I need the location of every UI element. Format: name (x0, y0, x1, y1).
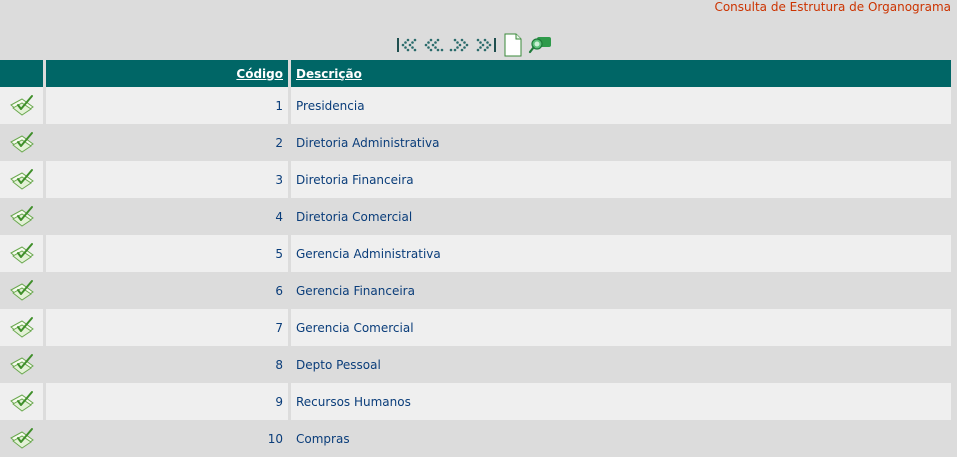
last-page-button[interactable] (473, 33, 499, 57)
edit-icon (9, 242, 34, 264)
first-page-button[interactable] (395, 33, 421, 57)
edit-record-button[interactable] (8, 204, 36, 230)
edit-cell (0, 383, 43, 420)
cell-description: Diretoria Administrativa (291, 124, 951, 161)
cell-description: Diretoria Financeira (291, 161, 951, 198)
edit-cell (0, 198, 43, 235)
edit-icon (9, 94, 34, 116)
cell-description: Recursos Humanos (291, 383, 951, 420)
next-page-button[interactable] (447, 33, 473, 57)
sort-by-description-link[interactable]: Descrição (296, 67, 362, 81)
cell-description: Depto Pessoal (291, 346, 951, 383)
edit-icon (9, 279, 34, 301)
cell-description: Gerencia Financeira (291, 272, 951, 309)
table-row: 5 Gerencia Administrativa (0, 235, 951, 272)
edit-icon (9, 205, 34, 227)
table-row: 8 Depto Pessoal (0, 346, 951, 383)
cell-description: Compras (291, 420, 951, 457)
cell-code: 7 (46, 309, 288, 346)
edit-cell (0, 272, 43, 309)
cell-code: 10 (46, 420, 288, 457)
cell-code: 3 (46, 161, 288, 198)
cell-code: 1 (46, 87, 288, 124)
new-document-icon (504, 33, 522, 57)
new-record-button[interactable] (501, 32, 525, 58)
cell-description: Diretoria Comercial (291, 198, 951, 235)
next-page-icon (449, 38, 469, 52)
edit-icon (9, 390, 34, 412)
table-row: 1 Presidencia (0, 87, 951, 124)
table-row: 2 Diretoria Administrativa (0, 124, 951, 161)
edit-record-button[interactable] (8, 167, 36, 193)
edit-icon (9, 427, 34, 449)
table-row: 7 Gerencia Comercial (0, 309, 951, 346)
edit-record-button[interactable] (8, 93, 36, 119)
cell-code: 6 (46, 272, 288, 309)
edit-icon (9, 353, 34, 375)
search-icon (528, 37, 551, 54)
table-row: 4 Diretoria Comercial (0, 198, 951, 235)
edit-record-button[interactable] (8, 389, 36, 415)
edit-cell (0, 87, 43, 124)
previous-page-button[interactable] (421, 33, 447, 57)
sort-by-code-link[interactable]: Código (236, 67, 283, 81)
header-description: Descrição (291, 60, 951, 87)
edit-cell (0, 124, 43, 161)
cell-description: Gerencia Administrativa (291, 235, 951, 272)
table-row: 10 Compras (0, 420, 951, 457)
header-edit-column (0, 60, 43, 87)
header-code: Código (46, 60, 288, 87)
edit-cell (0, 161, 43, 198)
cell-code: 9 (46, 383, 288, 420)
edit-cell (0, 420, 43, 457)
edit-record-button[interactable] (8, 241, 36, 267)
edit-cell (0, 346, 43, 383)
edit-icon (9, 168, 34, 190)
edit-record-button[interactable] (8, 315, 36, 341)
edit-cell (0, 309, 43, 346)
edit-icon (9, 316, 34, 338)
first-page-icon (397, 38, 417, 52)
cell-code: 4 (46, 198, 288, 235)
previous-page-icon (424, 38, 444, 52)
page-title: Consulta de Estrutura de Organograma (714, 0, 951, 14)
last-page-icon (476, 38, 496, 52)
table-row: 6 Gerencia Financeira (0, 272, 951, 309)
cell-code: 8 (46, 346, 288, 383)
search-button[interactable] (527, 32, 553, 58)
edit-cell (0, 235, 43, 272)
table-row: 9 Recursos Humanos (0, 383, 951, 420)
cell-code: 5 (46, 235, 288, 272)
table-header-row: Código Descrição (0, 60, 951, 87)
cell-code: 2 (46, 124, 288, 161)
edit-record-button[interactable] (8, 130, 36, 156)
edit-record-button[interactable] (8, 426, 36, 452)
edit-icon (9, 131, 34, 153)
results-table: Código Descrição 1 Presidencia 2 Diretoria … (0, 60, 954, 457)
cell-description: Gerencia Comercial (291, 309, 951, 346)
cell-description: Presidencia (291, 87, 951, 124)
pagination-toolbar (395, 32, 553, 58)
edit-record-button[interactable] (8, 352, 36, 378)
edit-record-button[interactable] (8, 278, 36, 304)
table-row: 3 Diretoria Financeira (0, 161, 951, 198)
